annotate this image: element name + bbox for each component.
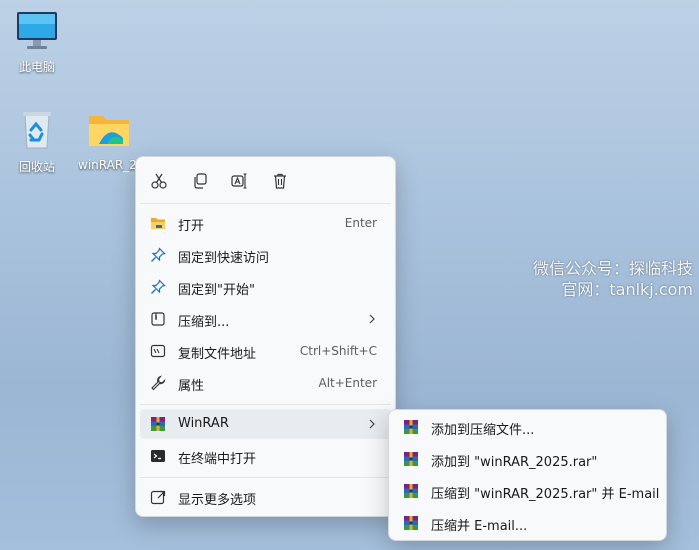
menu-item-show-more-options[interactable]: 显示更多选项 — [140, 482, 391, 512]
watermark-line2: 官网：tanlkj.com — [561, 280, 693, 299]
copy-path-icon — [150, 344, 166, 358]
wrench-icon — [151, 375, 166, 391]
submenu-item-label: 添加到 "winRAR_2025.rar" — [431, 455, 598, 470]
submenu-item-add-to-archive[interactable]: 添加到压缩文件... — [393, 412, 662, 442]
pin-icon — [151, 247, 166, 262]
winrar-icon — [404, 516, 418, 530]
rename-icon — [231, 173, 247, 189]
submenu-item-label: 压缩到 "winRAR_2025.rar" 并 E-mail — [431, 487, 660, 502]
winrar-icon — [151, 417, 165, 431]
menu-separator — [140, 203, 391, 204]
cut-icon — [151, 173, 167, 189]
submenu-item-compress-to-rar-email[interactable]: 压缩到 "winRAR_2025.rar" 并 E-mail — [393, 476, 662, 506]
recycle-bin-icon — [23, 112, 51, 149]
copy-button[interactable] — [187, 168, 213, 194]
folder-icon — [89, 116, 129, 146]
submenu-item-compress-and-email[interactable]: 压缩并 E-mail... — [393, 508, 662, 538]
desktop-icon-label: 回收站 — [18, 160, 55, 174]
submenu-item-label: 压缩并 E-mail... — [431, 519, 528, 534]
terminal-icon — [151, 450, 165, 462]
submenu-item-label: 添加到压缩文件... — [431, 423, 535, 438]
context-menu-toolbar — [136, 157, 395, 203]
winrar-submenu: 添加到压缩文件... 添加到 "winRAR_2025.rar" 压缩到 "wi… — [388, 409, 667, 541]
desktop-icon-label: winRAR_2 — [78, 158, 137, 172]
winrar-icon — [404, 452, 418, 466]
menu-item-winrar[interactable]: WinRAR — [140, 409, 391, 439]
menu-item-open-in-terminal[interactable]: 在终端中打开 — [140, 441, 391, 471]
winrar-icon — [404, 484, 418, 498]
menu-separator — [140, 477, 391, 478]
monitor-icon — [17, 12, 57, 49]
watermark-line1: 微信公众号：探临科技 — [532, 259, 693, 278]
menu-item-label: 压缩到... — [178, 315, 230, 330]
chevron-right-icon — [369, 314, 375, 324]
menu-item-label: 显示更多选项 — [178, 493, 257, 508]
menu-item-copy-path[interactable]: 复制文件地址 Ctrl+Shift+C — [140, 336, 391, 366]
pin-icon — [151, 279, 166, 294]
desktop-icon-winrar-folder[interactable]: winRAR_2 — [78, 108, 140, 172]
rename-button[interactable] — [226, 168, 252, 194]
open-external-icon — [150, 490, 166, 505]
submenu-item-add-to-rar[interactable]: 添加到 "winRAR_2025.rar" — [393, 444, 662, 474]
menu-item-label: 打开 — [178, 219, 205, 234]
menu-item-shortcut: Alt+Enter — [318, 376, 377, 390]
chevron-right-icon — [369, 419, 375, 429]
desktop-icon-this-pc[interactable]: 此电脑 — [5, 10, 69, 75]
folder-open-icon — [151, 218, 165, 229]
archive-icon — [151, 312, 165, 326]
desktop-icon-recycle-bin[interactable]: 回收站 — [5, 108, 69, 175]
menu-separator — [140, 404, 391, 405]
desktop-icon-label: 此电脑 — [18, 60, 55, 74]
menu-item-label: 固定到"开始" — [178, 283, 255, 298]
menu-item-pin-quick-access[interactable]: 固定到快速访问 — [140, 240, 391, 270]
menu-item-pin-start[interactable]: 固定到"开始" — [140, 272, 391, 302]
delete-button[interactable] — [267, 168, 293, 194]
context-menu: 打开 Enter 固定到快速访问 固定到"开始" 压缩到... 复制文件地址 C… — [135, 156, 396, 517]
watermark: 微信公众号：探临科技 官网：tanlkj.com — [533, 258, 693, 300]
copy-icon — [194, 173, 207, 189]
menu-item-compress-to[interactable]: 压缩到... — [140, 304, 391, 334]
menu-item-open[interactable]: 打开 Enter — [140, 208, 391, 238]
menu-item-label: WinRAR — [178, 416, 229, 431]
menu-item-label: 属性 — [178, 379, 205, 394]
menu-item-properties[interactable]: 属性 Alt+Enter — [140, 368, 391, 398]
delete-icon — [274, 173, 286, 189]
menu-item-shortcut: Ctrl+Shift+C — [299, 344, 377, 358]
menu-item-label: 在终端中打开 — [178, 452, 257, 467]
menu-item-shortcut: Enter — [344, 216, 377, 230]
cut-button[interactable] — [146, 168, 172, 194]
menu-item-label: 固定到快速访问 — [178, 251, 270, 266]
winrar-icon — [404, 420, 418, 434]
menu-item-label: 复制文件地址 — [178, 347, 257, 362]
